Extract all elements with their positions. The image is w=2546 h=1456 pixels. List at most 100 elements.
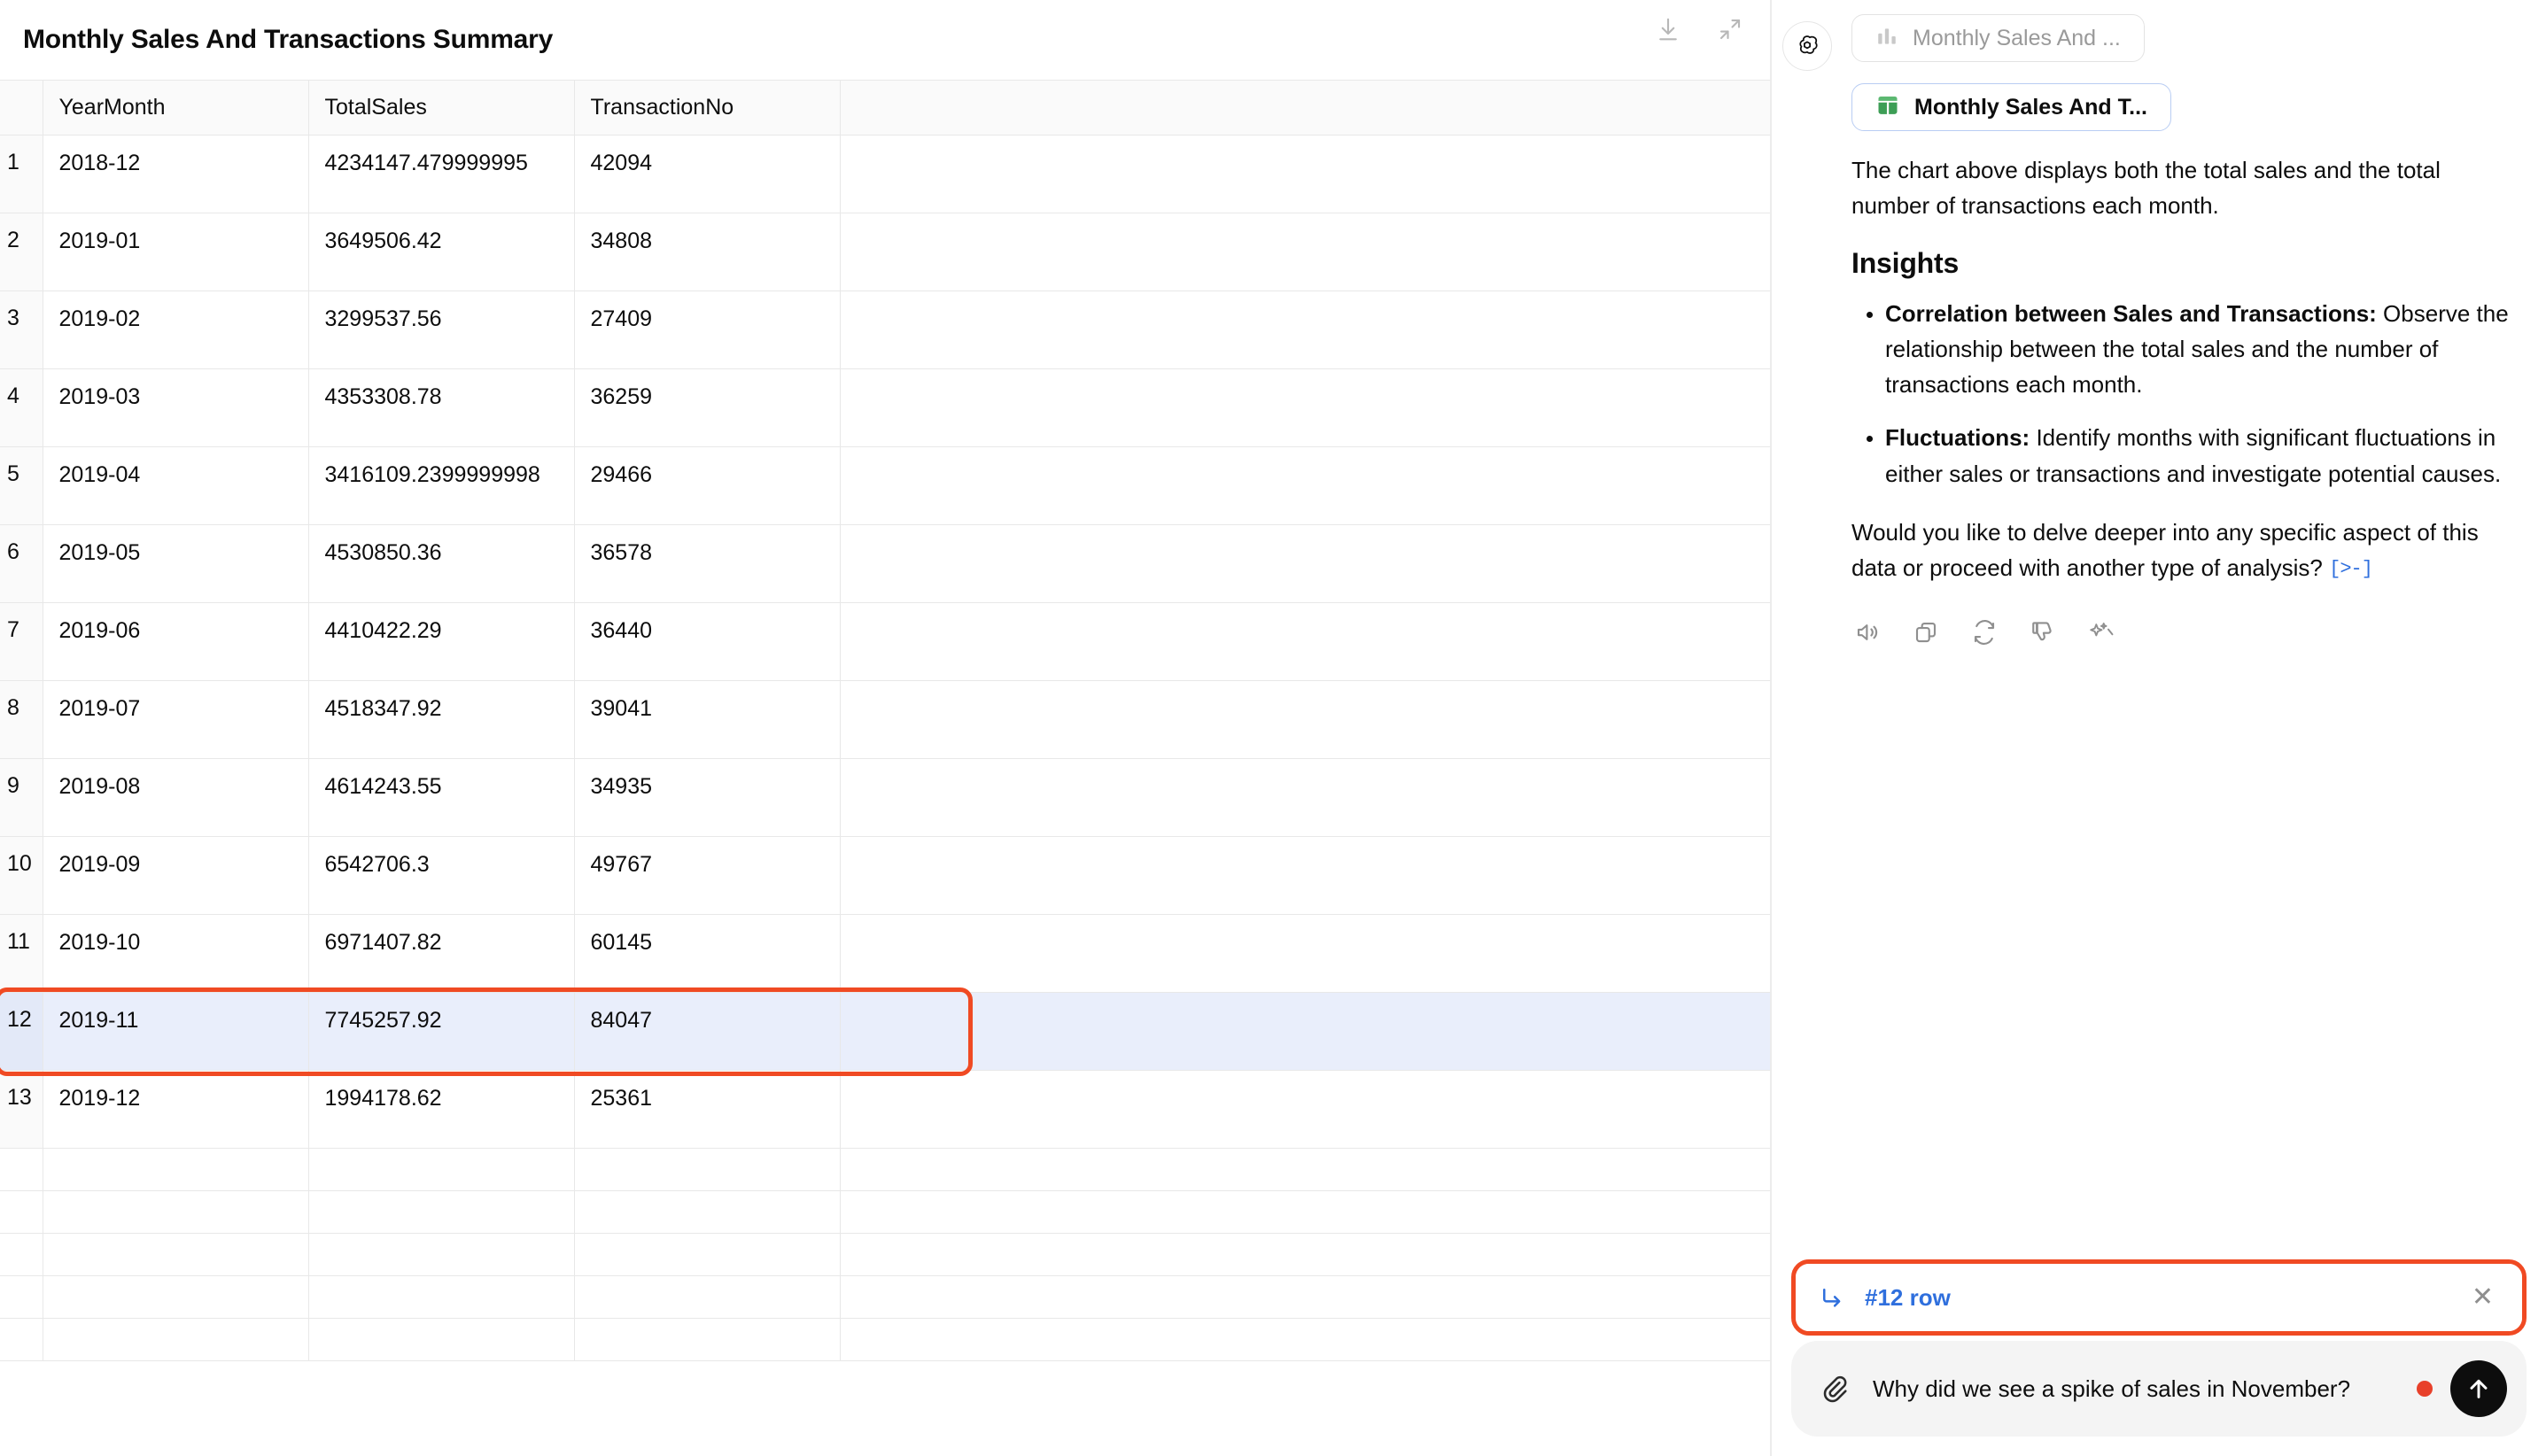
cell-totalsales[interactable]: 6542706.3 [308, 837, 574, 915]
cell-transactionno[interactable]: 39041 [574, 681, 840, 759]
cell-yearmonth[interactable] [43, 1276, 308, 1319]
cell-blank[interactable] [840, 1071, 1772, 1149]
model-switch-icon[interactable] [2085, 616, 2117, 648]
cell-totalsales[interactable]: 4530850.36 [308, 525, 574, 603]
cell-totalsales[interactable] [308, 1234, 574, 1276]
read-aloud-icon[interactable] [1851, 616, 1883, 648]
table-row[interactable]: 42019-034353308.7836259 [0, 369, 1772, 447]
table-row[interactable]: 92019-084614243.5534935 [0, 759, 1772, 837]
cell-blank[interactable] [840, 915, 1772, 993]
cell-transactionno[interactable]: 60145 [574, 915, 840, 993]
cell-yearmonth[interactable] [43, 1319, 308, 1361]
table-row[interactable]: 32019-023299537.5627409 [0, 291, 1772, 369]
column-header-totalsales[interactable]: TotalSales [308, 81, 574, 136]
cell-yearmonth[interactable] [43, 1234, 308, 1276]
reference-chip[interactable]: #12 row ✕ [1796, 1264, 2522, 1331]
cell-totalsales[interactable]: 3649506.42 [308, 213, 574, 291]
cell-blank[interactable] [840, 447, 1772, 525]
cell-blank[interactable] [840, 136, 1772, 213]
cell-totalsales[interactable] [308, 1319, 574, 1361]
cell-yearmonth[interactable]: 2019-02 [43, 291, 308, 369]
column-header-transactionno[interactable]: TransactionNo [574, 81, 840, 136]
collapse-icon[interactable] [1713, 12, 1747, 46]
cell-blank[interactable] [840, 1191, 1772, 1234]
cell-yearmonth[interactable]: 2019-11 [43, 993, 308, 1071]
cell-transactionno[interactable]: 36578 [574, 525, 840, 603]
cell-yearmonth[interactable]: 2019-01 [43, 213, 308, 291]
paperclip-icon[interactable] [1811, 1366, 1857, 1412]
cell-totalsales[interactable]: 6971407.82 [308, 915, 574, 993]
table-row[interactable]: 82019-074518347.9239041 [0, 681, 1772, 759]
attachment-chart-chip[interactable]: Monthly Sales And ... [1851, 14, 2145, 62]
table-row[interactable]: 102019-096542706.349767 [0, 837, 1772, 915]
close-icon[interactable]: ✕ [2466, 1279, 2499, 1316]
cell-blank[interactable] [840, 525, 1772, 603]
cell-transactionno[interactable]: 34808 [574, 213, 840, 291]
cell-transactionno[interactable] [574, 1149, 840, 1191]
attachment-table-chip[interactable]: Monthly Sales And T... [1851, 83, 2171, 131]
cell-blank[interactable] [840, 1276, 1772, 1319]
cell-totalsales[interactable]: 7745257.92 [308, 993, 574, 1071]
cell-yearmonth[interactable]: 2019-12 [43, 1071, 308, 1149]
cell-yearmonth[interactable] [43, 1149, 308, 1191]
cell-blank[interactable] [840, 291, 1772, 369]
cell-transactionno[interactable]: 27409 [574, 291, 840, 369]
cell-transactionno[interactable]: 25361 [574, 1071, 840, 1149]
cell-totalsales[interactable]: 3416109.2399999998 [308, 447, 574, 525]
cell-blank[interactable] [840, 603, 1772, 681]
cell-yearmonth[interactable]: 2019-04 [43, 447, 308, 525]
table-row[interactable]: 132019-121994178.6225361 [0, 1071, 1772, 1149]
cell-transactionno[interactable]: 29466 [574, 447, 840, 525]
cell-transactionno[interactable]: 84047 [574, 993, 840, 1071]
cell-totalsales[interactable]: 4234147.479999995 [308, 136, 574, 213]
message-input-box[interactable]: Why did we see a spike of sales in Novem… [1791, 1341, 2527, 1437]
cell-yearmonth[interactable]: 2019-10 [43, 915, 308, 993]
cell-blank[interactable] [840, 213, 1772, 291]
cell-totalsales[interactable]: 1994178.62 [308, 1071, 574, 1149]
cell-totalsales[interactable] [308, 1276, 574, 1319]
cell-transactionno[interactable]: 36440 [574, 603, 840, 681]
thumbs-down-icon[interactable] [2027, 616, 2059, 648]
table-row[interactable]: 22019-013649506.4234808 [0, 213, 1772, 291]
cell-blank[interactable] [840, 1149, 1772, 1191]
cell-totalsales[interactable]: 3299537.56 [308, 291, 574, 369]
cell-transactionno[interactable] [574, 1191, 840, 1234]
send-button[interactable] [2450, 1360, 2507, 1417]
message-input[interactable]: Why did we see a spike of sales in Novem… [1857, 1372, 2417, 1406]
cell-blank[interactable] [840, 837, 1772, 915]
cell-yearmonth[interactable]: 2019-06 [43, 603, 308, 681]
table-row[interactable]: 52019-043416109.239999999829466 [0, 447, 1772, 525]
cell-yearmonth[interactable]: 2018-12 [43, 136, 308, 213]
cell-transactionno[interactable]: 34935 [574, 759, 840, 837]
cell-yearmonth[interactable]: 2019-05 [43, 525, 308, 603]
table-row[interactable]: 122019-117745257.9284047 [0, 993, 1772, 1071]
cell-transactionno[interactable] [574, 1319, 840, 1361]
table-row[interactable]: 72019-064410422.2936440 [0, 603, 1772, 681]
cell-totalsales[interactable]: 4518347.92 [308, 681, 574, 759]
cell-transactionno[interactable]: 42094 [574, 136, 840, 213]
copy-icon[interactable] [1910, 616, 1942, 648]
cell-blank[interactable] [840, 369, 1772, 447]
cell-transactionno[interactable] [574, 1276, 840, 1319]
cell-blank[interactable] [840, 1319, 1772, 1361]
table-row[interactable]: 112019-106971407.8260145 [0, 915, 1772, 993]
cell-blank[interactable] [840, 993, 1772, 1071]
cell-totalsales[interactable] [308, 1149, 574, 1191]
cell-blank[interactable] [840, 759, 1772, 837]
cell-yearmonth[interactable]: 2019-09 [43, 837, 308, 915]
cell-blank[interactable] [840, 681, 1772, 759]
cell-yearmonth[interactable]: 2019-08 [43, 759, 308, 837]
regenerate-icon[interactable] [1968, 616, 2000, 648]
table-row[interactable]: 12018-124234147.47999999542094 [0, 136, 1772, 213]
cell-totalsales[interactable]: 4410422.29 [308, 603, 574, 681]
cell-blank[interactable] [840, 1234, 1772, 1276]
cell-transactionno[interactable]: 36259 [574, 369, 840, 447]
cell-yearmonth[interactable] [43, 1191, 308, 1234]
cell-transactionno[interactable]: 49767 [574, 837, 840, 915]
cell-yearmonth[interactable]: 2019-07 [43, 681, 308, 759]
column-header-yearmonth[interactable]: YearMonth [43, 81, 308, 136]
cell-yearmonth[interactable]: 2019-03 [43, 369, 308, 447]
cell-transactionno[interactable] [574, 1234, 840, 1276]
cell-totalsales[interactable]: 4353308.78 [308, 369, 574, 447]
download-icon[interactable] [1651, 12, 1685, 46]
